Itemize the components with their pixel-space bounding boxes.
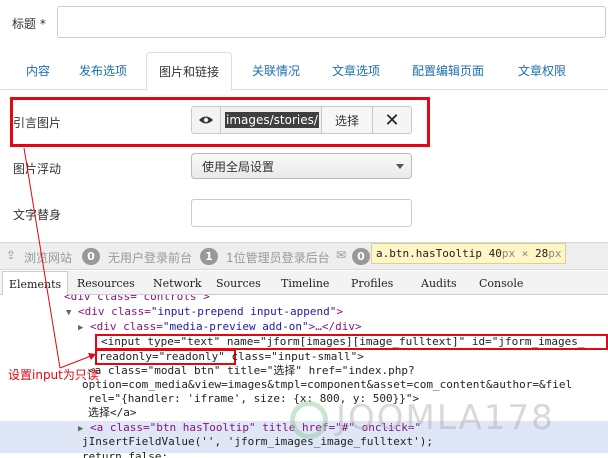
code-line[interactable]: ▶ <div class="media-preview add-on">…</d… (78, 320, 362, 335)
admin-users-text: 1位管理员登录后台 (226, 251, 330, 265)
code-line: <a class="modal btn" title="选择" href="in… (88, 364, 415, 377)
code-line: 选择</a> (88, 406, 137, 419)
devtools-tabbar: Elements Resources Network Sources Timel… (0, 271, 608, 295)
tab-permissions[interactable]: 文章权限 (518, 62, 566, 79)
devtab-sources[interactable]: Sources (216, 277, 261, 290)
tooltip-unit: px (501, 247, 516, 260)
tab-article-options[interactable]: 文章选项 (332, 62, 380, 79)
share-icon: ⇪ (6, 248, 17, 262)
devtab-network[interactable]: Network (153, 277, 202, 290)
eye-icon (199, 116, 213, 124)
messages-badge: 0 (352, 248, 370, 265)
intro-image-value: images/stories/ (225, 112, 319, 128)
select-image-button[interactable]: 选择 (321, 106, 373, 134)
title-input[interactable] (57, 6, 606, 38)
front-users-badge: 0 (82, 248, 100, 265)
tab-publishing[interactable]: 发布选项 (79, 62, 127, 79)
envelope-icon: ✉ (336, 248, 347, 262)
code-line: <div class="controls"> (64, 295, 210, 303)
tooltip-width: 40 (488, 247, 502, 260)
intro-image-field[interactable]: images/stories/ (220, 106, 322, 134)
devtab-elements[interactable]: Elements (2, 271, 69, 295)
tab-associations[interactable]: 关联情况 (252, 62, 300, 79)
devtab-console[interactable]: Console (479, 277, 523, 290)
tab-editing-layout[interactable]: 配置编辑页面 (412, 62, 484, 79)
code-line: return false; (82, 450, 169, 458)
title-label: 标题 * (12, 17, 46, 31)
tooltip-times: × (521, 247, 529, 260)
devtab-resources[interactable]: Resources (77, 277, 135, 290)
devtab-audits[interactable]: Audits (421, 277, 457, 290)
tooltip-selector: a.btn.hasTooltip (376, 247, 482, 260)
browse-site-link[interactable]: 浏览网站 (24, 249, 72, 266)
annotation-text: 设置input为只读 (8, 368, 99, 382)
front-users-text: 无用户登录前台 (108, 251, 193, 265)
clear-image-button[interactable]: ✕ (372, 106, 412, 134)
alt-label: 文字替身 (13, 208, 62, 222)
watermark-text: JOOMLA178 (336, 398, 555, 438)
tab-content[interactable]: 内容 (26, 62, 50, 79)
code-line: option=com_media&view=images&tmpl=compon… (82, 378, 573, 391)
code-line: <input type="text" name="jform[images][i… (101, 335, 585, 348)
close-icon: ✕ (384, 109, 400, 131)
tooltip-height: 28 (534, 247, 549, 260)
float-select-value: 使用全局设置 (202, 159, 275, 174)
intro-image-label: 引言图片 (13, 116, 62, 130)
chevron-down-icon (396, 164, 404, 169)
preview-eye-button[interactable] (191, 106, 221, 134)
code-line: ▼ <div class="input-prepend input-append… (66, 305, 343, 318)
inspector-tooltip: a.btn.hasTooltip 40px × 28px (371, 243, 567, 264)
admin-users-badge: 1 (200, 248, 218, 265)
alt-input[interactable] (191, 199, 412, 227)
devtab-timeline[interactable]: Timeline (281, 277, 329, 290)
tab-images-links[interactable]: 图片和链接 (146, 52, 233, 91)
watermark-logo (290, 401, 328, 439)
float-select[interactable]: 使用全局设置 (191, 153, 412, 179)
code-line-readonly: readonly="readonly" class="input-small"> (99, 350, 364, 363)
devtab-profiles[interactable]: Profiles (351, 277, 393, 290)
tab-bar: 内容 发布选项 图片和链接 关联情况 文章选项 配置编辑页面 文章权限 (0, 52, 608, 91)
tooltip-unit: px (548, 247, 562, 260)
float-label: 图片浮动 (13, 162, 62, 176)
